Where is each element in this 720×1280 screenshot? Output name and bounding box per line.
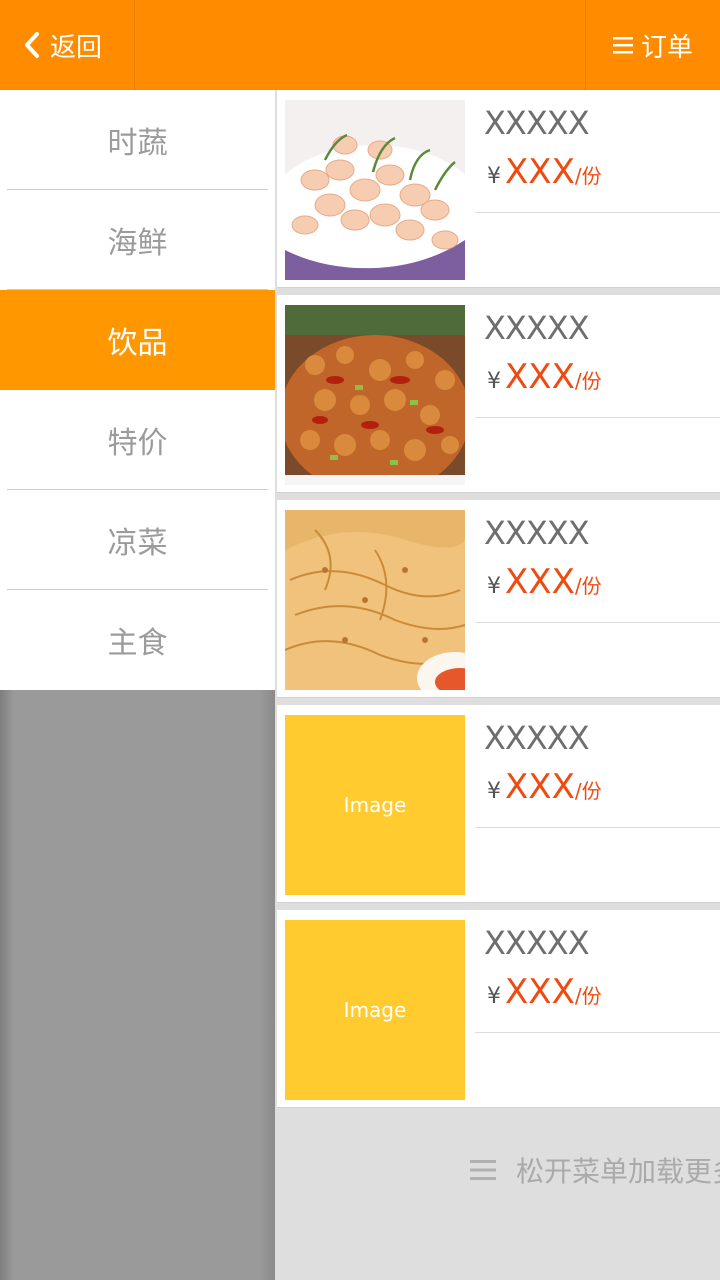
category-sidebar: 时蔬 海鲜 饮品 特价 凉菜 主食 (0, 90, 275, 690)
price-value: XXX (505, 767, 575, 807)
price-unit: /份 (574, 164, 602, 188)
divider (475, 827, 720, 828)
price-unit: /份 (574, 984, 602, 1008)
divider (475, 417, 720, 418)
divider (475, 622, 720, 623)
menu-icon (470, 1160, 496, 1180)
price-value: XXX (505, 357, 575, 397)
order-button[interactable]: 订单 (585, 0, 720, 90)
category-item-vegetables[interactable]: 时蔬 (0, 90, 275, 190)
product-item[interactable]: Image XXXXX ¥ XXX /份 (277, 705, 720, 903)
category-item-cold-dishes[interactable]: 凉菜 (0, 490, 275, 590)
image-placeholder: Image (285, 920, 465, 1100)
placeholder-label: Image (343, 793, 407, 817)
product-price: ¥ XXX /份 (487, 152, 602, 192)
product-list[interactable]: XXXXX ¥ XXX /份 XXXXX ¥ XXX /份 XXXXX ¥ XX… (275, 90, 720, 1280)
category-label: 主食 (107, 626, 168, 661)
placeholder-label: Image (343, 998, 407, 1022)
product-image (285, 100, 465, 280)
product-name: XXXXX (484, 104, 590, 142)
category-item-drinks[interactable]: 饮品 (0, 290, 275, 390)
product-item[interactable]: XXXXX ¥ XXX /份 (277, 295, 720, 493)
flatbread-photo (285, 510, 465, 690)
product-image (285, 305, 465, 485)
product-price: ¥ XXX /份 (487, 357, 602, 397)
price-unit: /份 (574, 779, 602, 803)
divider (475, 212, 720, 213)
chevron-left-icon (25, 32, 39, 58)
product-price: ¥ XXX /份 (487, 972, 602, 1012)
currency-symbol: ¥ (487, 164, 501, 189)
product-price: ¥ XXX /份 (487, 562, 602, 602)
price-unit: /份 (574, 369, 602, 393)
price-value: XXX (505, 152, 575, 192)
top-bar: 返回 订单 (0, 0, 720, 90)
menu-icon (612, 37, 633, 54)
product-item[interactable]: XXXXX ¥ XXX /份 (277, 500, 720, 698)
category-item-specials[interactable]: 特价 (0, 390, 275, 490)
category-label: 饮品 (107, 326, 168, 361)
category-label: 凉菜 (107, 526, 168, 561)
currency-symbol: ¥ (487, 369, 501, 394)
image-placeholder: Image (285, 715, 465, 895)
kungpao-chicken-photo (285, 305, 465, 485)
product-image (285, 510, 465, 690)
product-price: ¥ XXX /份 (487, 767, 602, 807)
shrimp-dish-photo (285, 100, 465, 280)
category-label: 特价 (107, 426, 168, 461)
currency-symbol: ¥ (487, 574, 501, 599)
back-button[interactable]: 返回 (0, 0, 135, 90)
divider (475, 1032, 720, 1033)
price-value: XXX (505, 562, 575, 602)
category-item-seafood[interactable]: 海鲜 (0, 190, 275, 290)
back-label: 返回 (50, 32, 103, 63)
price-value: XXX (505, 972, 575, 1012)
currency-symbol: ¥ (487, 779, 501, 804)
product-item[interactable]: Image XXXXX ¥ XXX /份 (277, 910, 720, 1108)
product-item[interactable]: XXXXX ¥ XXX /份 (277, 90, 720, 288)
price-unit: /份 (574, 574, 602, 598)
load-more-label: 松开菜单加载更多 (516, 1155, 720, 1188)
order-label: 订单 (640, 32, 693, 63)
product-name: XXXXX (484, 514, 590, 552)
category-label: 海鲜 (107, 226, 168, 261)
currency-symbol: ¥ (487, 984, 501, 1009)
category-label: 时蔬 (107, 126, 168, 161)
load-more-indicator: 松开菜单加载更多 (470, 1150, 720, 1190)
product-name: XXXXX (484, 309, 590, 347)
product-name: XXXXX (484, 719, 590, 757)
sidebar-empty-area (0, 690, 275, 1280)
product-name: XXXXX (484, 924, 590, 962)
category-item-staples[interactable]: 主食 (0, 590, 275, 690)
